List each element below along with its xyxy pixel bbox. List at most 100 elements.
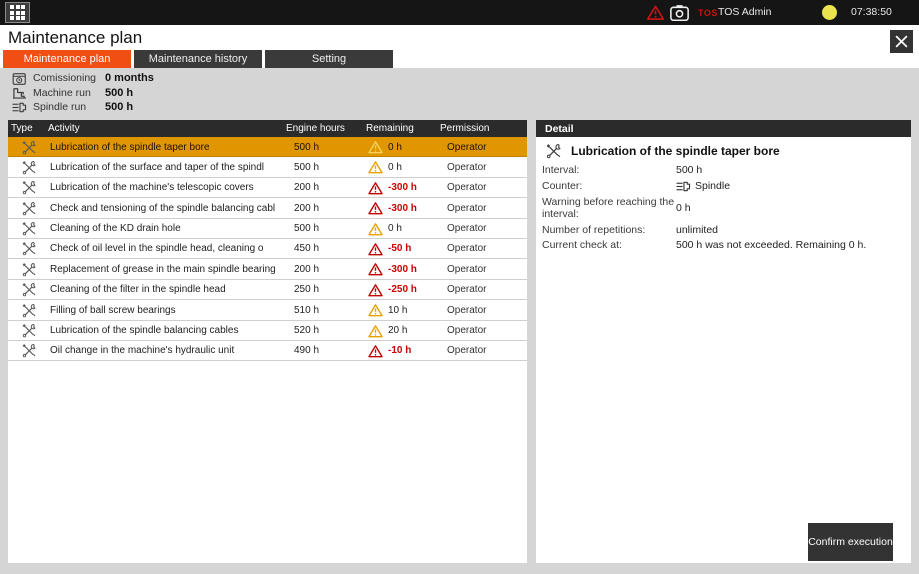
warning-triangle-icon	[368, 324, 383, 338]
machine-counters-summary: Comissioning0 monthsMachine run500 hSpin…	[12, 71, 154, 115]
close-button[interactable]	[890, 30, 913, 53]
counter-label: Machine run	[33, 87, 105, 99]
counter-value: 500 h	[105, 87, 154, 99]
detail-label: Interval:	[542, 164, 676, 176]
tab-maintenance-plan[interactable]: Maintenance plan	[3, 50, 131, 68]
detail-value-text: 0 h	[676, 202, 691, 214]
alert-triangle-icon	[368, 344, 383, 358]
app-menu-button[interactable]	[5, 2, 30, 23]
alarm-warning-icon[interactable]	[646, 4, 665, 21]
tools-icon	[21, 140, 37, 155]
detail-label: Current check at:	[542, 239, 676, 251]
tools-icon	[21, 221, 37, 236]
counter-value: 500 h	[105, 101, 154, 113]
tools-icon	[21, 323, 37, 338]
machine-icon	[12, 86, 27, 99]
remaining-cell: 0 h	[388, 223, 402, 234]
confirm-execution-button[interactable]: Confirm execution	[808, 523, 893, 561]
permission-cell: Operator	[447, 182, 486, 193]
detail-value: 0 h	[676, 202, 691, 214]
counter-row: Comissioning0 months	[12, 71, 154, 86]
table-header: TypeActivityEngine hoursRemainingPermiss…	[8, 120, 527, 137]
engine-hours-cell: 500 h	[294, 162, 319, 173]
engine-hours-cell: 500 h	[294, 223, 319, 234]
remaining-cell: 0 h	[388, 142, 402, 153]
detail-label: Number of repetitions:	[542, 224, 676, 236]
remaining-cell: -250 h	[388, 284, 417, 295]
activity-cell: Replacement of grease in the main spindl…	[50, 264, 276, 275]
remaining-cell: 20 h	[388, 325, 407, 336]
table-row[interactable]: Lubrication of the spindle balancing cab…	[8, 321, 527, 341]
activity-cell: Lubrication of the spindle balancing cab…	[50, 325, 238, 336]
tools-icon	[21, 160, 37, 175]
table-body: Lubrication of the spindle taper bore 500…	[8, 137, 527, 361]
detail-value-text: 500 h	[676, 164, 702, 176]
table-row[interactable]: Lubrication of the surface and taper of …	[8, 157, 527, 177]
table-row[interactable]: Lubrication of the machine's telescopic …	[8, 178, 527, 198]
warning-triangle-icon	[368, 303, 383, 317]
close-icon	[895, 35, 908, 48]
clock-time: 07:38:50	[851, 6, 892, 18]
tools-icon	[21, 241, 37, 256]
permission-cell: Operator	[447, 264, 486, 275]
alert-triangle-icon	[368, 283, 383, 297]
detail-title: Lubrication of the spindle taper bore	[571, 144, 780, 158]
table-row[interactable]: Filling of ball screw bearings510 h10 hO…	[8, 300, 527, 320]
tab-maintenance-history[interactable]: Maintenance history	[134, 50, 262, 68]
alert-triangle-icon	[368, 262, 383, 276]
activity-cell: Lubrication of the surface and taper of …	[50, 162, 264, 173]
tools-icon	[21, 282, 37, 297]
page-title: Maintenance plan	[8, 28, 142, 48]
detail-panel-header: Detail	[536, 120, 911, 137]
screenshot-camera-icon[interactable]	[669, 3, 690, 22]
remaining-cell: -50 h	[388, 243, 411, 254]
detail-row: Counter: Spindle	[542, 180, 904, 193]
counter-row: Spindle run500 h	[12, 100, 154, 115]
tab-bar: Maintenance planMaintenance historySetti…	[3, 50, 393, 68]
tools-icon	[21, 262, 37, 277]
remaining-cell: -300 h	[388, 264, 417, 275]
engine-hours-cell: 490 h	[294, 345, 319, 356]
maintenance-type-icon	[545, 143, 562, 159]
permission-cell: Operator	[447, 325, 486, 336]
detail-value-text: 500 h was not exceeded. Remaining 0 h.	[676, 239, 866, 251]
tools-icon	[21, 201, 37, 216]
engine-hours-cell: 200 h	[294, 264, 319, 275]
permission-cell: Operator	[447, 243, 486, 254]
counter-label: Spindle run	[33, 101, 105, 113]
remaining-cell: -300 h	[388, 182, 417, 193]
table-row[interactable]: Check of oil level in the spindle head, …	[8, 239, 527, 259]
remaining-cell: 10 h	[388, 305, 407, 316]
table-row[interactable]: Cleaning of the filter in the spindle he…	[8, 280, 527, 300]
remaining-cell: -300 h	[388, 203, 417, 214]
warning-triangle-icon	[368, 140, 383, 154]
activity-cell: Check and tensioning of the spindle bala…	[50, 203, 275, 214]
table-row[interactable]: Check and tensioning of the spindle bala…	[8, 198, 527, 218]
permission-cell: Operator	[447, 142, 486, 153]
activity-cell: Lubrication of the spindle taper bore	[50, 142, 210, 153]
activity-cell: Lubrication of the machine's telescopic …	[50, 182, 254, 193]
window-header: Maintenance plan Maintenance planMainten…	[0, 25, 919, 68]
engine-hours-cell: 500 h	[294, 142, 319, 153]
detail-value: Spindle	[676, 180, 730, 193]
table-row[interactable]: Replacement of grease in the main spindl…	[8, 259, 527, 279]
detail-rows: Interval:500 hCounter: Spindle Warning bef…	[542, 164, 904, 255]
warning-triangle-icon	[368, 222, 383, 236]
table-row[interactable]: Cleaning of the KD drain hole500 h0 hOpe…	[8, 219, 527, 239]
permission-cell: Operator	[447, 284, 486, 295]
detail-label: Warning before reaching the interval:	[542, 196, 676, 220]
permission-cell: Operator	[447, 162, 486, 173]
activity-cell: Oil change in the machine's hydraulic un…	[50, 345, 234, 356]
detail-label: Counter:	[542, 180, 676, 192]
tools-icon	[21, 343, 37, 358]
grid-icon	[10, 5, 25, 20]
alert-triangle-icon	[368, 181, 383, 195]
tab-setting[interactable]: Setting	[265, 50, 393, 68]
engine-hours-cell: 520 h	[294, 325, 319, 336]
engine-hours-cell: 450 h	[294, 243, 319, 254]
table-row[interactable]: Lubrication of the spindle taper bore 500…	[8, 137, 527, 157]
table-row[interactable]: Oil change in the machine's hydraulic un…	[8, 341, 527, 361]
detail-panel: Detail Lubrication of the spindle taper …	[536, 120, 911, 563]
detail-value-text: Spindle	[695, 180, 730, 192]
column-header-permission: Permission	[440, 123, 489, 134]
